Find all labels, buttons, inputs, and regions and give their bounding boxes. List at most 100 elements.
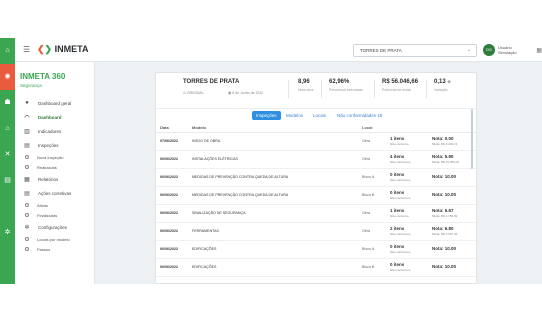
sidebar-item-label: Dashboard geral [38, 100, 72, 106]
cell-local: Bloco B [362, 258, 390, 277]
project-date: ▣ 5 de Junho de 2022 [228, 91, 264, 95]
cell-date: 06/06/2022 [156, 186, 192, 205]
sidebar-item[interactable]: ● Dashboard geral [15, 96, 95, 110]
cell-items: 0 itens Não conformes [390, 240, 432, 259]
home-icon[interactable]: ⌂ [0, 38, 15, 64]
sidebar-nav: ● Dashboard geral ◠ Dashboard ▥ Indicadores ▤ I… [15, 96, 95, 254]
sidebar-item[interactable]: ▤ Ações corretivas [15, 186, 95, 200]
project-status: ⊙ ORIGINAL [183, 91, 204, 95]
brand-title: INMETA 360 [20, 72, 66, 81]
brand-subtitle: Segurança [20, 83, 42, 88]
cell-score: Nota: 10.00 [432, 258, 476, 277]
column-header-score [432, 123, 476, 133]
circle-icon [25, 213, 29, 217]
column-header-date[interactable]: Data [156, 123, 192, 133]
metric-value: 62,96% [329, 79, 350, 85]
cell-score: Nota: 6.80 Multa: R$ 4.967,42 [432, 222, 476, 241]
table-row[interactable]: 06/06/2022 INSTALAÇÕES ELÉTRICAS Obra 4 ite… [156, 150, 476, 169]
fine-value: Multa: R$ 1.756,99 [432, 214, 458, 218]
sidebar-item-label: Relatórios [38, 176, 59, 182]
gear-icon[interactable]: ✲ [0, 220, 15, 246]
sidebar-subitem[interactable]: Ativas [15, 200, 95, 210]
table-row[interactable]: 06/06/2022 EDIFICAÇÕES Bloco A0 itens Não c… [156, 240, 476, 259]
circle-icon [25, 165, 29, 169]
metric-label: Potencial de multa [382, 88, 411, 92]
sidebar-subitem[interactable]: Passos [15, 244, 95, 254]
clipboard-icon[interactable]: ▤ [0, 168, 15, 194]
column-header-local[interactable]: Local [362, 123, 390, 133]
score-value: Nota: 6.80 [432, 226, 454, 231]
table-row[interactable]: 06/06/2022 EDIFICAÇÕES Bloco B0 itens Não c… [156, 258, 476, 277]
helmet-icon[interactable]: ☗ [0, 90, 15, 116]
sidebar-item[interactable]: ◠ Dashboard [15, 110, 95, 124]
tab-nao-conformidades[interactable]: Não conformidades 18 [337, 111, 382, 120]
score-value: Nota: 0.00 [432, 136, 454, 141]
cell-local: Bloco A [362, 240, 390, 259]
avatar[interactable]: DS [483, 44, 495, 56]
cell-date: 07/06/2022 [156, 132, 192, 151]
table-row[interactable]: 07/06/2022 INÍCIO DE OBRA Obra 1 itens Não c… [156, 132, 476, 151]
cell-items: 1 itens Não conforme [390, 204, 432, 223]
cell-model: SINALIZAÇÃO DE SEGURANÇA [192, 204, 362, 223]
sidebar-item[interactable]: ▦ Relatórios [15, 172, 95, 186]
grid-icon[interactable]: ▦ [536, 47, 542, 54]
sidebar: INMETA 360 Segurança ● Dashboard geral ◠ Da… [15, 62, 95, 284]
sidebar-item-label: Ações corretivas [38, 190, 72, 196]
divider [288, 80, 289, 98]
items-count: 4 itens [390, 154, 405, 159]
sidebar-item[interactable]: ✲ Configurações [15, 220, 95, 234]
metric-nota: 8,96 Nota obra [298, 79, 313, 92]
sidebar-subitem-label: Finalizadas [37, 212, 58, 218]
user-menu[interactable]: DS Usuário Simulação ▦ [483, 43, 542, 57]
tab-inspecoes[interactable]: Inspeções [252, 111, 281, 120]
score-value: Nota: 10.00 [432, 192, 457, 197]
gear-icon: ✲ [24, 224, 30, 231]
score-value: Nota: 10.00 [432, 264, 457, 269]
cell-score: Nota: 6.67 Multa: R$ 1.756,99 [432, 204, 476, 223]
page-title: TORRES DE PRATA [183, 79, 240, 85]
sidebar-subitem-label: Locais por modelo [37, 236, 70, 242]
score-value: Nota: 5.90 [432, 154, 454, 159]
sidebar-item-label: Indicadores [38, 128, 62, 134]
report-icon: ▦ [24, 176, 30, 183]
scrollbar[interactable] [471, 109, 473, 169]
menu-icon[interactable]: ☰ [23, 45, 30, 54]
items-status: Não conforme [390, 142, 409, 146]
metric-label: Percentual executado [329, 88, 363, 92]
sidebar-item[interactable]: ▥ Indicadores [15, 124, 95, 138]
tab-modelos[interactable]: Modelos [286, 111, 303, 120]
sidebar-subitem[interactable]: Realizadas [15, 162, 95, 172]
project-select-value: TORRES DE PRATA [360, 48, 402, 53]
cell-items: 4 itens Não conformes [390, 150, 432, 169]
project-header: TORRES DE PRATA ⊙ ORIGINAL ▣ 5 de Junho … [156, 73, 476, 109]
table-row[interactable]: 06/06/2022 MEDIDAS DE PREVENÇÃO CONTRA QU… [156, 168, 476, 187]
sidebar-item[interactable]: ▤ Inspeções [15, 138, 95, 152]
table-row[interactable]: 06/06/2022 SINALIZAÇÃO DE SEGURANÇA Obra 1 … [156, 204, 476, 223]
table-row[interactable]: 06/06/2022 FERRAMENTAS Obra 2 itens Não conf… [156, 222, 476, 241]
divider [374, 80, 375, 98]
score-value: Nota: 6.67 [432, 208, 454, 213]
metric-value-text: 0,13 [434, 79, 446, 85]
lock-icon[interactable]: ⌂ [0, 116, 15, 142]
sidebar-subitem[interactable]: Nova inspeção [15, 152, 95, 162]
tab-locais[interactable]: Locais [313, 111, 326, 120]
cell-model: EDIFICAÇÕES [192, 258, 362, 277]
inspections-table: Data Modelo Local 07/06/2022 INÍCIO DE OB… [156, 123, 476, 277]
info-icon[interactable]: ⊕ [447, 79, 450, 84]
project-select[interactable]: TORRES DE PRATA ⌄ [353, 44, 477, 57]
sidebar-subitem-label: Passos [37, 246, 51, 252]
dot-icon: ● [25, 100, 29, 106]
main-content: TORRES DE PRATA ⊙ ORIGINAL ▣ 5 de Junho … [95, 62, 542, 284]
safety-icon[interactable]: ◉ [0, 64, 15, 90]
cell-local: Obra [362, 132, 390, 151]
sidebar-subitem-label: Realizadas [37, 164, 57, 170]
sidebar-subitem[interactable]: Locais por modelo [15, 234, 95, 244]
metric-value: R$ 56.046,66 [382, 79, 419, 85]
cell-model: INSTALAÇÕES ELÉTRICAS [192, 150, 362, 169]
score-value: Nota: 10.00 [432, 174, 457, 179]
column-header-model[interactable]: Modelo [192, 123, 362, 133]
sidebar-subitem[interactable]: Finalizadas [15, 210, 95, 220]
items-status: Não conforme [390, 214, 409, 218]
table-row[interactable]: 06/06/2022 MEDIDAS DE PREVENÇÃO CONTRA QU… [156, 186, 476, 205]
tools-icon[interactable]: ✕ [0, 142, 15, 168]
